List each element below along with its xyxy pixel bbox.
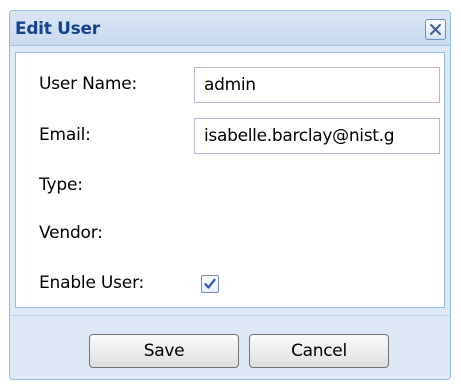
dialog-title: Edit User <box>15 19 100 39</box>
email-field[interactable]: isabelle.barclay@nist.g <box>194 118 440 154</box>
dialog-footer: Save Cancel <box>10 315 450 379</box>
form-panel: User Name: admin Email: isabelle.barclay… <box>15 52 445 308</box>
user-name-label: User Name: <box>39 74 138 94</box>
edit-user-dialog: Edit User User Name: admin Email: isabel… <box>9 10 451 380</box>
enable-user-checkbox[interactable] <box>201 275 219 293</box>
cancel-button[interactable]: Cancel <box>249 334 389 368</box>
user-name-field[interactable]: admin <box>194 67 440 103</box>
dialog-titlebar[interactable]: Edit User <box>10 11 450 46</box>
checkmark-icon <box>204 278 216 289</box>
type-label: Type: <box>39 175 83 195</box>
email-label: Email: <box>39 125 91 145</box>
vendor-label: Vendor: <box>39 223 103 243</box>
close-icon[interactable] <box>425 19 446 40</box>
save-button[interactable]: Save <box>89 334 239 368</box>
enable-user-label: Enable User: <box>39 273 145 293</box>
